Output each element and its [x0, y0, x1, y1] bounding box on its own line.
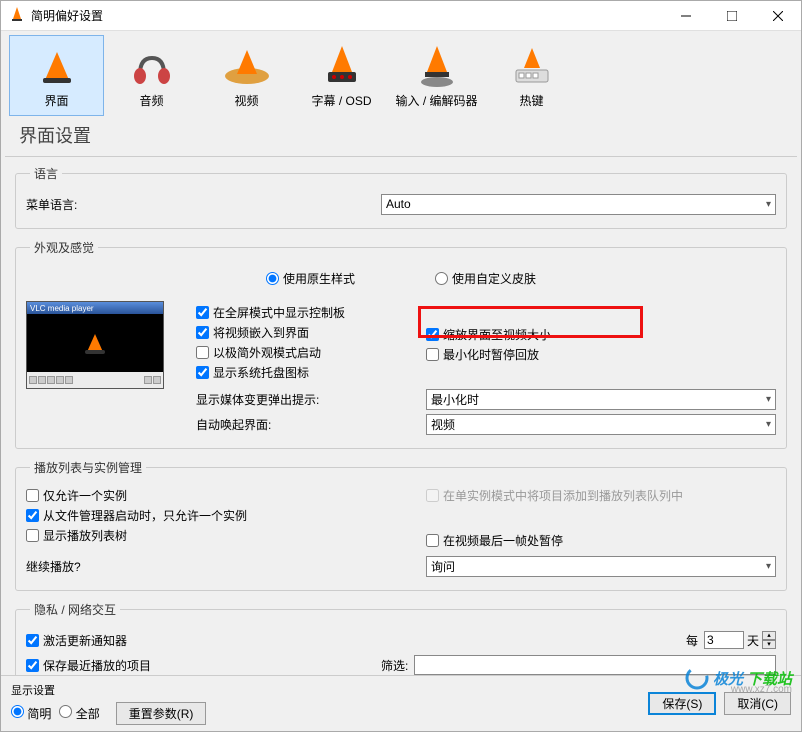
group-playlist-instance: 播放列表与实例管理 仅允许一个实例 从文件管理器启动时，只允许一个实例 显示播放… [15, 459, 787, 591]
cb-resize-to-video[interactable]: 缩放界面至视频大小 [426, 326, 776, 343]
preview-thumbnail: VLC media player [26, 301, 164, 389]
group-look-feel: 外观及感觉 使用原生样式 使用自定义皮肤 VLC media player 在全… [15, 239, 787, 449]
titlebar: 简明偏好设置 [1, 1, 801, 31]
close-button[interactable] [755, 1, 801, 31]
section-title: 界面设置 [5, 116, 797, 157]
cb-playlist-tree[interactable]: 显示播放列表树 [26, 527, 426, 544]
radio-native-style[interactable]: 使用原生样式 [266, 270, 355, 287]
select-auto-raise[interactable]: 视频 [426, 414, 776, 435]
select-media-change-popup[interactable]: 最小化时 [426, 389, 776, 410]
cb-minimal-mode[interactable]: 以极简外观模式启动 [196, 344, 426, 361]
legend-language: 语言 [30, 165, 62, 182]
spin-update-days[interactable]: 天▴▾ [704, 631, 776, 649]
select-continue-playback[interactable]: 询问 [426, 556, 776, 577]
cb-single-from-fm[interactable]: 从文件管理器启动时，只允许一个实例 [26, 507, 426, 524]
label-show-settings: 显示设置 [11, 682, 206, 698]
cb-save-recent[interactable]: 保存最近播放的项目 [26, 657, 151, 674]
preferences-window: 简明偏好设置 界面 音频 视频 字幕 / OSD 输入 / 编解码器 热键 界面… [0, 0, 802, 732]
label-media-change-popup: 显示媒体变更弹出提示: [196, 391, 426, 408]
label-filter: 筛选: [381, 657, 408, 674]
tab-audio[interactable]: 音频 [104, 35, 199, 116]
app-icon [9, 6, 31, 25]
legend-privacy: 隐私 / 网络交互 [30, 601, 120, 618]
input-filter[interactable] [414, 655, 776, 675]
settings-scroll[interactable]: 语言 菜单语言: Auto 外观及感觉 使用原生样式 使用自定义皮肤 VLC m… [1, 157, 801, 675]
reset-button[interactable]: 重置参数(R) [116, 702, 207, 725]
select-menu-language[interactable]: Auto [381, 194, 776, 215]
window-title: 简明偏好设置 [31, 7, 663, 24]
maximize-button[interactable] [709, 1, 755, 31]
bottom-bar: 显示设置 简明 全部 重置参数(R) 保存(S) 取消(C) [1, 675, 801, 731]
tab-interface[interactable]: 界面 [9, 35, 104, 116]
radio-custom-skin[interactable]: 使用自定义皮肤 [435, 270, 536, 287]
cb-update-notifier[interactable]: 激活更新通知器 [26, 632, 127, 649]
cb-pause-last-frame[interactable]: 在视频最后一帧处暂停 [426, 532, 776, 549]
cb-embed-video[interactable]: 将视频嵌入到界面 [196, 324, 426, 341]
category-toolbar: 界面 音频 视频 字幕 / OSD 输入 / 编解码器 热键 [1, 31, 801, 116]
legend-playlist: 播放列表与实例管理 [30, 459, 146, 476]
tab-hotkeys[interactable]: 热键 [484, 35, 579, 116]
label-auto-raise: 自动唤起界面: [196, 416, 426, 433]
legend-look-feel: 外观及感觉 [30, 239, 98, 256]
radio-simple[interactable]: 简明 [11, 705, 51, 722]
cb-systray-icon[interactable]: 显示系统托盘图标 [196, 364, 426, 381]
cancel-button[interactable]: 取消(C) [724, 692, 791, 715]
save-button[interactable]: 保存(S) [648, 692, 716, 715]
minimize-button[interactable] [663, 1, 709, 31]
group-privacy-network: 隐私 / 网络交互 激活更新通知器 每 天▴▾ 保存最近播放的项目 筛选: 允许… [15, 601, 787, 675]
cb-fullscreen-controller[interactable]: 在全屏模式中显示控制板 [196, 304, 426, 321]
label-continue-playback: 继续播放? [26, 558, 426, 575]
radio-all[interactable]: 全部 [59, 705, 99, 722]
tab-video[interactable]: 视频 [199, 35, 294, 116]
group-language: 语言 菜单语言: Auto [15, 165, 787, 229]
label-menu-language: 菜单语言: [26, 196, 381, 213]
cb-single-instance[interactable]: 仅允许一个实例 [26, 487, 426, 504]
cb-pause-on-minimize[interactable]: 最小化时暂停回放 [426, 346, 776, 363]
tab-input-codecs[interactable]: 输入 / 编解码器 [389, 35, 484, 116]
tab-subtitles[interactable]: 字幕 / OSD [294, 35, 389, 116]
label-every: 每 [686, 632, 698, 649]
cb-enqueue-single: 在单实例模式中将项目添加到播放列表队列中 [426, 487, 776, 504]
